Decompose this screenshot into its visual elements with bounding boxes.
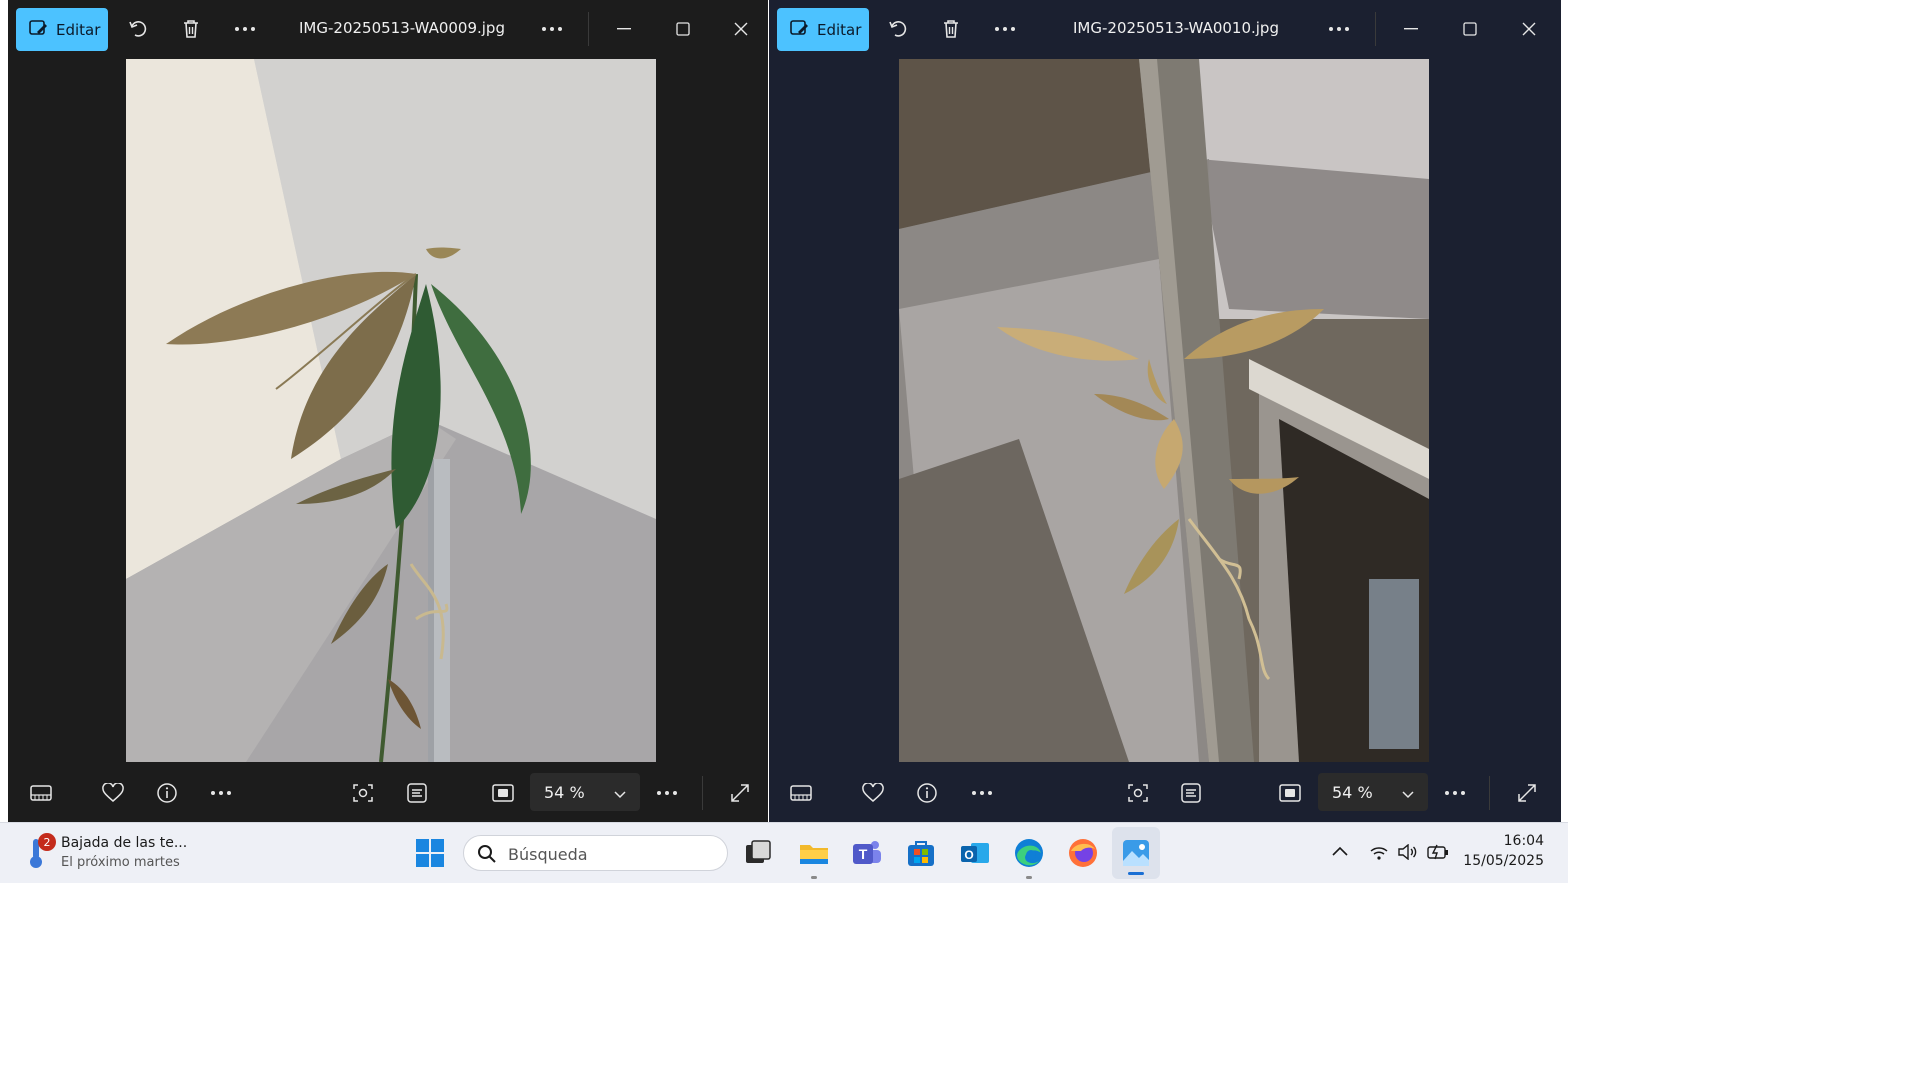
volume-icon[interactable] bbox=[1398, 843, 1418, 864]
svg-text:O: O bbox=[964, 848, 973, 862]
visual-search-icon[interactable] bbox=[351, 781, 375, 805]
visual-search-icon[interactable] bbox=[1126, 781, 1150, 805]
edit-label: Editar bbox=[56, 20, 101, 39]
teams-icon[interactable]: T bbox=[851, 837, 883, 869]
photos-window-left: Editar IMG-20250513-WA0009.jpg bbox=[8, 0, 768, 822]
text-scan-icon[interactable] bbox=[1179, 781, 1203, 805]
titlebar: Editar IMG-20250513-WA0009.jpg bbox=[8, 0, 768, 58]
title-more-icon[interactable] bbox=[1326, 16, 1352, 42]
outlook-icon[interactable]: O bbox=[959, 837, 991, 869]
edit-button[interactable]: Editar bbox=[777, 8, 869, 51]
filmstrip-icon[interactable] bbox=[789, 781, 813, 805]
edge-icon[interactable] bbox=[1013, 837, 1045, 869]
more-options-icon[interactable] bbox=[209, 781, 233, 805]
file-title: IMG-20250513-WA0010.jpg bbox=[1073, 19, 1279, 37]
maximize-icon[interactable] bbox=[670, 16, 696, 42]
delete-icon[interactable] bbox=[938, 16, 964, 42]
rotate-icon[interactable] bbox=[125, 16, 151, 42]
info-icon[interactable] bbox=[915, 781, 939, 805]
rotate-icon[interactable] bbox=[885, 16, 911, 42]
more-options-icon[interactable] bbox=[1443, 781, 1467, 805]
text-scan-icon[interactable] bbox=[405, 781, 429, 805]
bottom-toolbar bbox=[8, 762, 768, 822]
filmstrip-icon[interactable] bbox=[29, 781, 53, 805]
photos-icon bbox=[1120, 837, 1152, 873]
more-options-icon[interactable] bbox=[970, 781, 994, 805]
fit-to-window-icon[interactable] bbox=[1278, 781, 1302, 805]
edit-image-icon bbox=[28, 18, 48, 42]
edit-image-icon bbox=[789, 18, 809, 42]
chevron-down-icon bbox=[614, 784, 626, 803]
close-icon[interactable] bbox=[728, 16, 754, 42]
minimize-icon[interactable] bbox=[611, 16, 637, 42]
weather-title: Bajada de las te... bbox=[61, 835, 188, 851]
notification-badge: 2 bbox=[38, 833, 56, 851]
title-more-icon[interactable] bbox=[539, 16, 565, 42]
clock-time[interactable]: 16:04 bbox=[1504, 833, 1544, 849]
weather-widget[interactable]: 2 Bajada de las te... El próximo martes bbox=[18, 823, 218, 883]
photo-plant-corner bbox=[126, 59, 656, 762]
edit-label: Editar bbox=[817, 20, 862, 39]
search-placeholder: Búsqueda bbox=[508, 845, 588, 864]
more-options-icon[interactable] bbox=[992, 16, 1018, 42]
close-icon[interactable] bbox=[1516, 16, 1542, 42]
divider bbox=[1375, 12, 1376, 46]
favorite-heart-icon[interactable] bbox=[101, 781, 125, 805]
zoom-value: 54 % bbox=[1332, 782, 1373, 802]
titlebar: Editar IMG-20250513-WA0010.jpg bbox=[769, 0, 1561, 58]
weather-subtitle: El próximo martes bbox=[61, 855, 180, 870]
divider bbox=[1489, 776, 1490, 810]
clock-date[interactable]: 15/05/2025 bbox=[1463, 853, 1544, 869]
running-indicator bbox=[811, 876, 817, 879]
info-icon[interactable] bbox=[155, 781, 179, 805]
microsoft-store-icon[interactable] bbox=[905, 837, 937, 869]
search-box[interactable]: Búsqueda bbox=[463, 835, 728, 871]
full-screen-icon[interactable] bbox=[1515, 781, 1539, 805]
divider bbox=[702, 776, 703, 810]
minimize-icon[interactable] bbox=[1398, 16, 1424, 42]
delete-icon[interactable] bbox=[178, 16, 204, 42]
fit-to-window-icon[interactable] bbox=[491, 781, 515, 805]
divider bbox=[588, 12, 589, 46]
svg-text:T: T bbox=[859, 846, 868, 862]
chevron-up-icon[interactable] bbox=[1332, 841, 1348, 860]
chevron-down-icon bbox=[1402, 784, 1414, 803]
active-indicator bbox=[1128, 872, 1144, 875]
edit-button[interactable]: Editar bbox=[16, 8, 108, 51]
photos-app-button[interactable] bbox=[1112, 827, 1160, 879]
search-icon bbox=[477, 844, 497, 868]
wifi-icon[interactable] bbox=[1370, 845, 1388, 864]
running-indicator bbox=[1026, 876, 1032, 879]
zoom-dropdown[interactable]: 54 % bbox=[1318, 773, 1428, 811]
photos-window-right: Editar IMG-20250513-WA0010.jpg bbox=[769, 0, 1561, 822]
maximize-icon[interactable] bbox=[1457, 16, 1483, 42]
file-title: IMG-20250513-WA0009.jpg bbox=[299, 19, 505, 37]
photo-plant-sunlight bbox=[899, 59, 1429, 762]
full-screen-icon[interactable] bbox=[728, 781, 752, 805]
firefox-icon[interactable] bbox=[1067, 837, 1099, 869]
taskbar: 2 Bajada de las te... El próximo martes … bbox=[0, 822, 1568, 883]
zoom-value: 54 % bbox=[544, 782, 585, 802]
bottom-toolbar bbox=[769, 762, 1561, 822]
zoom-dropdown[interactable]: 54 % bbox=[530, 773, 640, 811]
battery-charging-icon[interactable] bbox=[1427, 844, 1449, 864]
more-options-icon[interactable] bbox=[232, 16, 258, 42]
file-explorer-icon[interactable] bbox=[798, 837, 830, 869]
start-windows-icon[interactable] bbox=[414, 837, 446, 869]
more-options-icon[interactable] bbox=[655, 781, 679, 805]
favorite-heart-icon[interactable] bbox=[861, 781, 885, 805]
task-view-icon[interactable] bbox=[742, 837, 774, 869]
